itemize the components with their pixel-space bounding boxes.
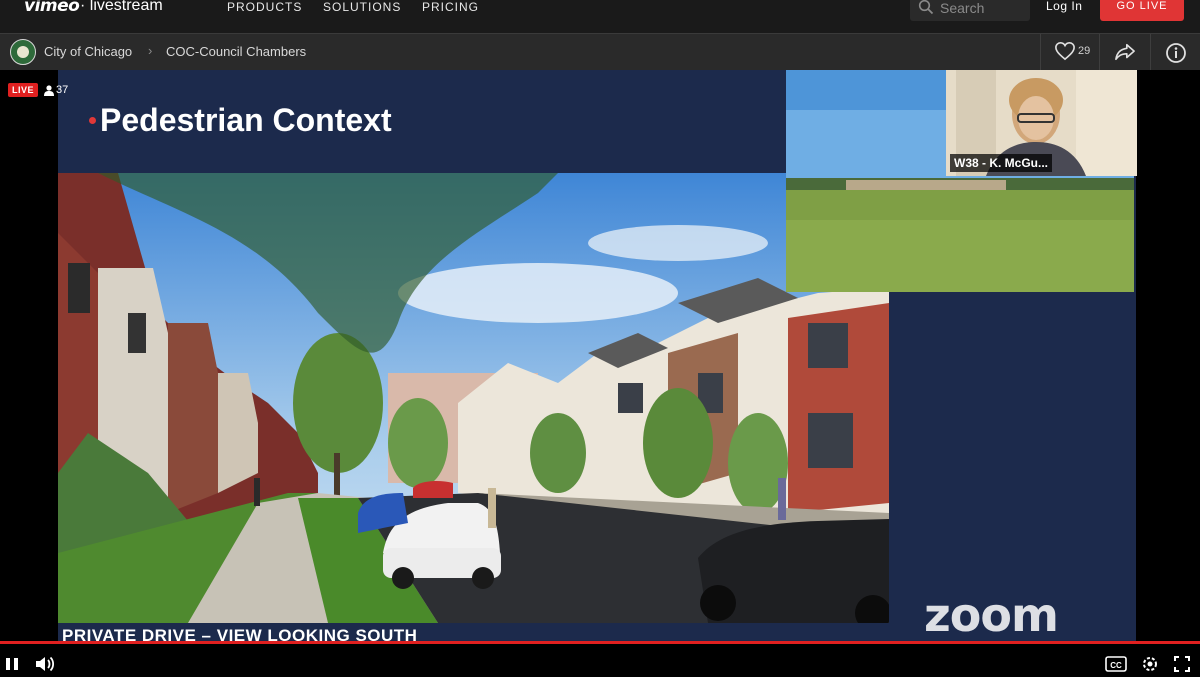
- volume-icon[interactable]: [35, 655, 55, 673]
- viewer-count-value: 37: [56, 84, 69, 96]
- top-nav: vimeo · livestream PRODUCTS SOLUTIONS PR…: [0, 0, 1200, 33]
- participant-video[interactable]: W38 - K. McGu...: [946, 70, 1137, 176]
- cc-icon[interactable]: CC: [1105, 656, 1127, 672]
- channel-avatar[interactable]: [10, 39, 36, 65]
- live-badge: LIVE: [8, 83, 39, 97]
- go-live-button[interactable]: GO LIVE: [1100, 0, 1184, 21]
- likes-count: 29: [1078, 45, 1091, 57]
- progress-bar[interactable]: [0, 641, 1200, 644]
- zoom-logo: zoom: [924, 588, 1059, 642]
- pause-icon[interactable]: [5, 657, 19, 671]
- nav-solutions[interactable]: SOLUTIONS: [323, 0, 401, 14]
- vimeo-logo[interactable]: vimeo: [24, 0, 80, 16]
- fullscreen-icon[interactable]: [1174, 656, 1190, 672]
- search-placeholder: Search: [940, 0, 985, 16]
- street-rendering-image: [58, 173, 889, 623]
- divider: [1040, 34, 1041, 71]
- search-icon: [918, 0, 934, 15]
- participant-name: W38 - K. McGu...: [950, 154, 1053, 172]
- channel-bar: City of Chicago › COC-Council Chambers 2…: [0, 33, 1200, 71]
- search-input[interactable]: Search: [910, 0, 1030, 21]
- livestream-logo[interactable]: · livestream: [80, 0, 163, 15]
- chevron-right-icon: ›: [148, 43, 153, 58]
- slide-title: Pedestrian Context: [100, 102, 392, 138]
- heart-icon[interactable]: [1054, 41, 1076, 61]
- settings-icon[interactable]: [1141, 655, 1159, 673]
- breadcrumb-event[interactable]: COC-Council Chambers: [166, 44, 306, 59]
- person-icon: [44, 85, 54, 96]
- share-icon[interactable]: [1114, 42, 1136, 62]
- breadcrumb-channel[interactable]: City of Chicago: [44, 44, 132, 59]
- divider: [1150, 34, 1151, 71]
- svg-text:CC: CC: [1110, 661, 1122, 670]
- login-link[interactable]: Log In: [1046, 0, 1082, 13]
- bullet-dot: [89, 117, 96, 124]
- info-icon[interactable]: [1165, 42, 1187, 64]
- nav-pricing[interactable]: PRICING: [422, 0, 479, 14]
- divider: [1099, 34, 1100, 71]
- nav-products[interactable]: PRODUCTS: [227, 0, 302, 14]
